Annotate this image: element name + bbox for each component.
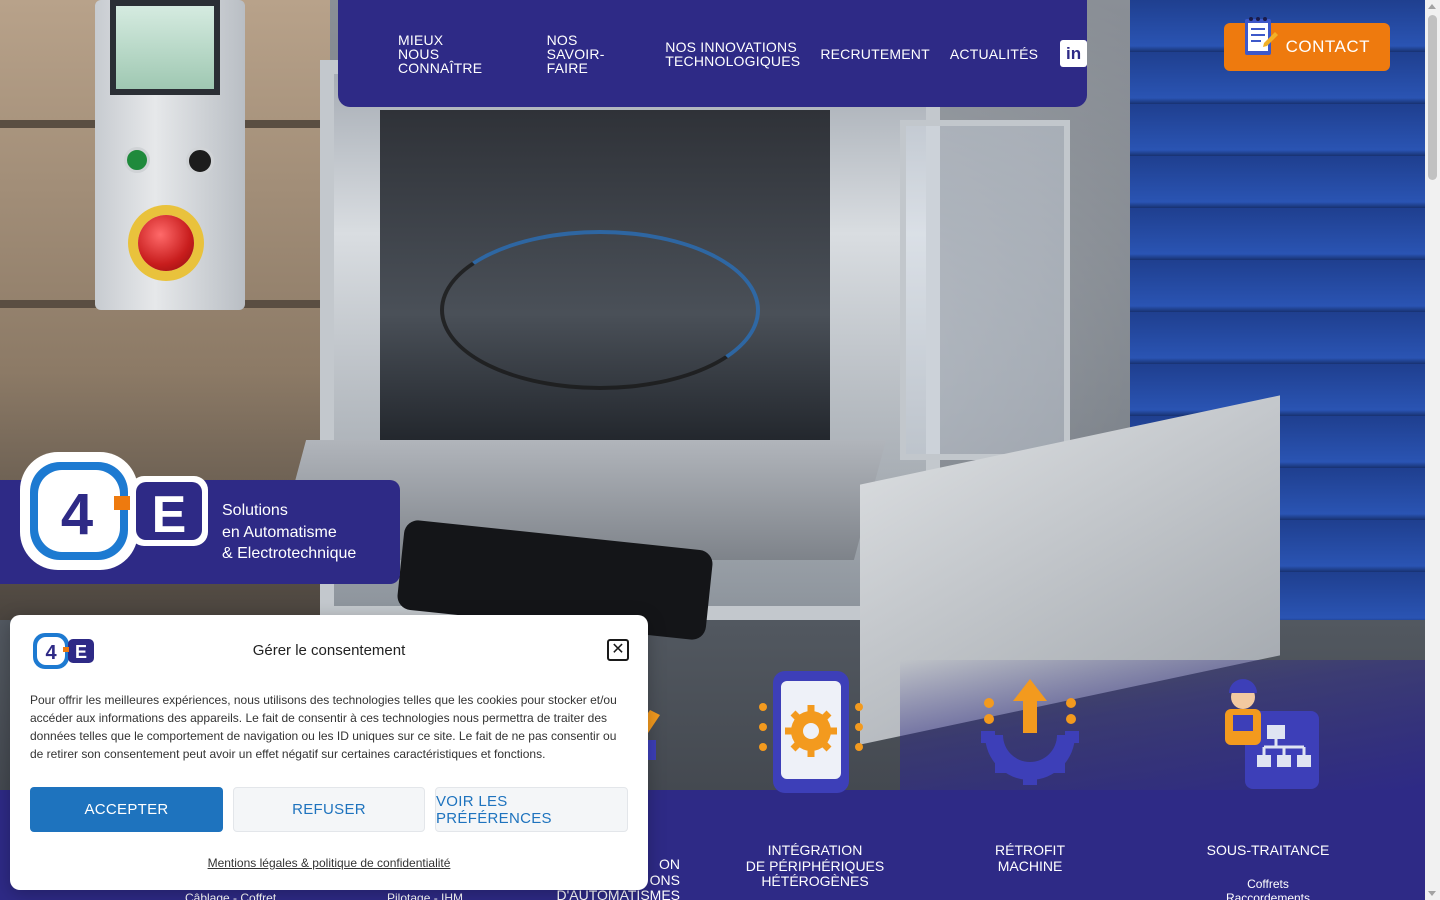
notepad-pencil-icon (1245, 17, 1278, 55)
accept-button[interactable]: ACCEPTER (30, 787, 223, 832)
hero-selector-switch (186, 147, 214, 175)
service-retrofit[interactable]: RÉTROFIT MACHINE (960, 842, 1100, 874)
preferences-button[interactable]: VOIR LES PRÉFÉRENCES (435, 787, 628, 832)
tagline-line: Solutions (222, 502, 288, 519)
nav-item-label: NOUS CONNAÎTRE (398, 45, 483, 76)
hero-cables (440, 230, 760, 390)
service-sub-line: Pilotage - IHM (387, 891, 464, 900)
nav-item-label: NOS INNOVATIONS (665, 38, 797, 55)
worker-schema-icon (1225, 679, 1319, 789)
tagline-line: en Automatisme (222, 523, 337, 541)
consent-text: Pour offrir les meilleures expériences, … (30, 693, 617, 761)
hero-glass-panel (900, 120, 1070, 460)
nav-item-recrutement[interactable]: RECRUTEMENT (820, 47, 930, 61)
service-title-line: DE PÉRIPHÉRIQUES (745, 857, 885, 874)
nav-item-label: ACTUALITÉS (949, 45, 1039, 62)
svg-text:4: 4 (61, 482, 93, 547)
main-navigation: MIEUX NOUS CONNAÎTRE NOS SAVOIR-FAIRE NO… (338, 0, 1087, 107)
service-title-line: SOUS-TRAITANCE (1206, 842, 1330, 858)
hero-green-button (124, 147, 150, 173)
service-sub-line: Coffrets (1247, 876, 1289, 891)
linkedin-glyph: in (1066, 43, 1082, 63)
close-icon[interactable]: ✕ (607, 639, 629, 661)
nav-item-label: SAVOIR-FAIRE (546, 45, 605, 76)
service-partial-middle: Pilotage - IHM (387, 891, 487, 900)
nav-item-label: TECHNOLOGIQUES (665, 52, 801, 69)
legal-notice-link[interactable]: Mentions légales & politique de confiden… (10, 856, 648, 870)
tagline-line: & Electrotechnique (222, 545, 357, 562)
brand-logo-block: 4 E Solutions en Automatisme & Electrote… (0, 450, 400, 584)
service-subtitle: Coffrets Raccordements (1195, 877, 1341, 900)
linkedin-icon[interactable]: in (1060, 40, 1087, 67)
smartphone-gear-icon (759, 671, 863, 793)
service-title-line: MACHINE (997, 857, 1063, 874)
nav-item-actualites[interactable]: ACTUALITÉS (950, 47, 1038, 61)
hero-emergency-stop (138, 215, 194, 271)
nav-item-nos-savoir-faire[interactable]: NOS SAVOIR-FAIRE (547, 33, 646, 75)
service-title: RÉTROFIT MACHINE (960, 842, 1100, 874)
nav-item-label: NOS (546, 31, 578, 48)
svg-text:E: E (152, 486, 187, 544)
service-sous-traitance[interactable]: SOUS-TRAITANCE Coffrets Raccordements (1195, 842, 1341, 900)
brand-tagline: Solutions en Automatisme & Electrotechni… (222, 500, 356, 565)
service-sub-line: Raccordements (1225, 890, 1311, 900)
hero-hmi-screen (110, 0, 220, 95)
service-partial-left: Câblage - Coffret (185, 891, 305, 900)
service-title-line: HÉTÉROGÈNES (761, 873, 869, 889)
nav-item-nos-innovations[interactable]: NOS INNOVATIONS TECHNOLOGIQUES (665, 40, 800, 68)
gear-upload-icon (981, 679, 1079, 785)
nav-item-label: RECRUTEMENT (820, 45, 930, 62)
consent-title: Gérer le consentement (252, 642, 406, 659)
scroll-down-icon[interactable] (1428, 891, 1436, 896)
refuse-button[interactable]: REFUSER (233, 787, 425, 832)
nav-item-mieux-nous-connaitre[interactable]: MIEUX NOUS CONNAÎTRE (398, 33, 527, 75)
service-sub-line: Câblage - Coffret (185, 891, 277, 900)
service-title-line: RÉTROFIT (995, 842, 1065, 858)
scroll-up-icon[interactable] (1428, 4, 1436, 9)
c4e-logo[interactable]: 4 E (18, 450, 210, 572)
contact-label: CONTACT (1285, 37, 1370, 56)
nav-item-label: MIEUX (398, 31, 444, 48)
consent-modal: 4 E Gérer le consentement ✕ Pour offrir … (10, 615, 648, 890)
contact-button[interactable]: CONTACT (1224, 17, 1390, 71)
service-title: INTÉGRATION DE PÉRIPHÉRIQUES HÉTÉROGÈNES (735, 842, 895, 890)
page-scrollbar[interactable] (1425, 0, 1440, 900)
service-integration[interactable]: INTÉGRATION DE PÉRIPHÉRIQUES HÉTÉROGÈNES (735, 842, 895, 890)
service-title: SOUS-TRAITANCE (1195, 842, 1341, 859)
scrollbar-thumb[interactable] (1428, 15, 1437, 180)
service-title-line: INTÉGRATION (767, 842, 863, 858)
